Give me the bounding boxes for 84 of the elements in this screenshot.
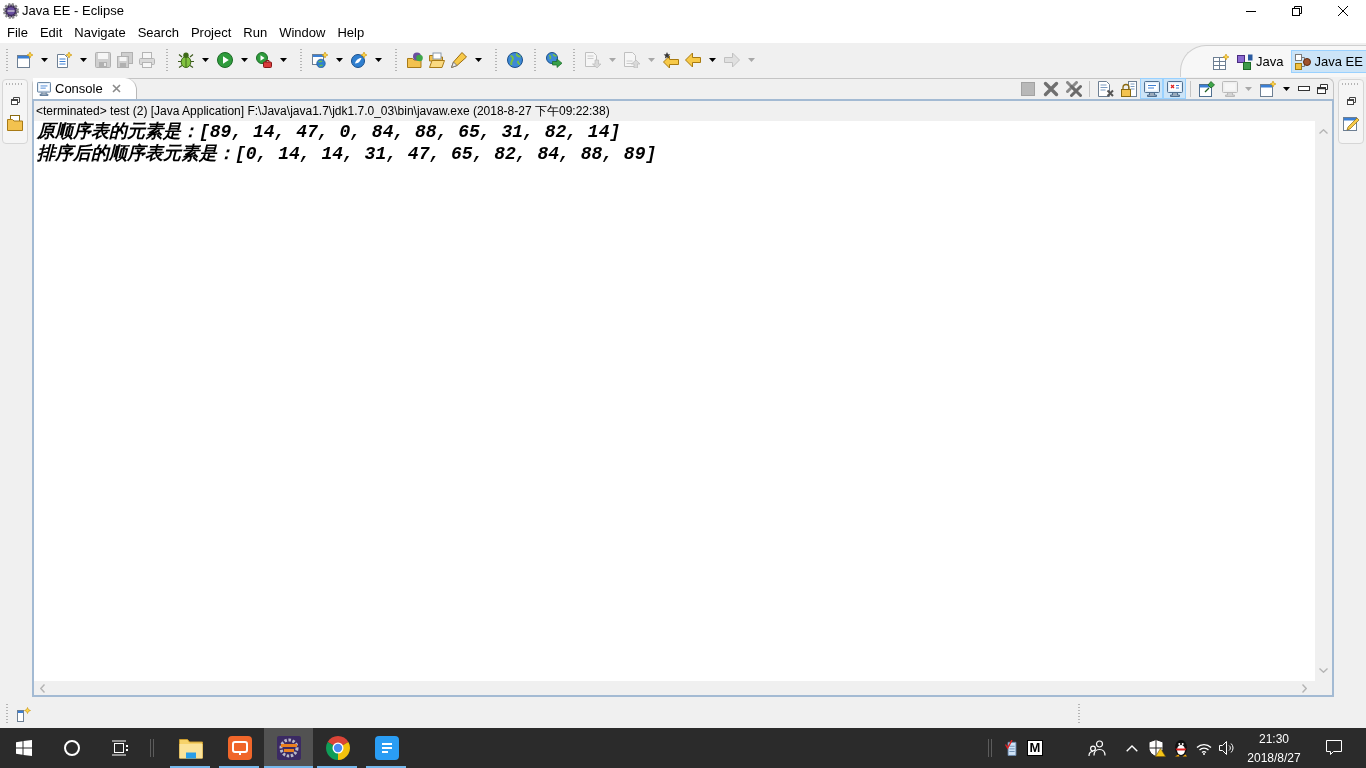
cubes-icon: [1237, 53, 1253, 70]
caret-icon[interactable]: [336, 58, 343, 62]
play-icon[interactable]: [217, 52, 233, 68]
slide-tile-icon[interactable]: [227, 736, 252, 760]
menu-item[interactable]: Edit: [33, 23, 69, 42]
clock-time[interactable]: 21:30: [1259, 729, 1289, 749]
connected-blocks-icon: [1295, 53, 1312, 70]
folder-icon[interactable]: [178, 736, 203, 760]
restore-icon[interactable]: [1346, 97, 1356, 105]
grip-icon[interactable]: [494, 49, 497, 71]
restore-icon[interactable]: [1317, 83, 1328, 94]
minimize-icon[interactable]: [1246, 10, 1256, 12]
menu-item[interactable]: Search: [131, 23, 185, 42]
play-toolbox-icon[interactable]: [256, 52, 272, 68]
grip-icon[interactable]: [394, 49, 397, 71]
window-sparkle-icon[interactable]: [1259, 80, 1276, 97]
window-pencil-icon[interactable]: [1343, 115, 1359, 131]
perspective-button[interactable]: Java: [1233, 50, 1288, 73]
cross-icon[interactable]: [1042, 80, 1059, 97]
restore-icon[interactable]: [1292, 6, 1302, 16]
folder-document-icon[interactable]: [7, 115, 23, 131]
gear-tile-icon[interactable]: [276, 736, 301, 760]
left-arrow-star-icon[interactable]: [663, 52, 679, 68]
window-sparkle-icon[interactable]: [17, 52, 33, 68]
table-sparkle-icon[interactable]: [1213, 53, 1229, 70]
window-panes-icon[interactable]: [16, 740, 32, 756]
restore-icon[interactable]: [10, 97, 20, 105]
document-padlock-icon[interactable]: [1120, 80, 1137, 97]
console-output-line: 排序后的顺序表元素是：[0, 14, 14, 31, 47, 65, 82, 84, 88, 89]: [37, 143, 657, 165]
window-title: Java EE - Eclipse: [22, 2, 124, 20]
document-sparkle-icon[interactable]: [56, 52, 72, 68]
bug-icon[interactable]: [178, 52, 194, 68]
pencil-icon[interactable]: [451, 52, 467, 68]
grip-icon[interactable]: [533, 49, 536, 71]
globe-window-icon[interactable]: [312, 52, 328, 68]
circle-sparkle-icon[interactable]: [351, 52, 367, 68]
penguin-icon[interactable]: [1172, 739, 1189, 757]
folder-badge-icon[interactable]: [407, 52, 423, 68]
double-cross-icon[interactable]: [1065, 80, 1082, 97]
caret-icon[interactable]: [709, 58, 716, 62]
perspective-button[interactable]: Java EE: [1291, 50, 1366, 73]
menu-item[interactable]: Run: [237, 23, 274, 42]
grip-icon[interactable]: [165, 49, 168, 71]
caret-icon[interactable]: [280, 58, 287, 62]
caret-icon[interactable]: [202, 58, 209, 62]
left-arrow-icon[interactable]: [685, 52, 701, 68]
globe-arrow-icon[interactable]: [546, 52, 562, 68]
close-icon[interactable]: [1338, 6, 1348, 16]
segmented-circle-icon[interactable]: [325, 736, 350, 760]
menu-item[interactable]: File: [1, 23, 34, 42]
gear-icon: [3, 3, 19, 19]
globe-icon[interactable]: [507, 52, 523, 68]
menu-item[interactable]: Help: [331, 23, 371, 42]
panel-sparkle-icon[interactable]: [17, 706, 31, 722]
minimize-icon[interactable]: [1298, 86, 1310, 91]
caret-icon[interactable]: [80, 58, 87, 62]
document-tile-icon[interactable]: [374, 736, 399, 760]
menu-item[interactable]: Navigate: [68, 23, 132, 42]
people-icon[interactable]: [1088, 740, 1106, 756]
wifi-icon[interactable]: [1196, 741, 1212, 755]
clock-date[interactable]: 2018/8/27: [1247, 748, 1301, 768]
console-output-line: 原顺序表的元素是：[89, 14, 47, 0, 84, 88, 65, 31, 82, 14]: [37, 121, 621, 143]
menu-item[interactable]: Project: [184, 23, 238, 42]
window-pin-icon[interactable]: [1198, 80, 1215, 97]
view-tab[interactable]: Console: [33, 78, 137, 99]
document-check-icon[interactable]: [1005, 740, 1019, 756]
caret-icon[interactable]: [1283, 86, 1290, 91]
speech-bubble-icon[interactable]: [1326, 740, 1342, 756]
grip-icon[interactable]: [572, 49, 575, 71]
menu-item[interactable]: Window: [273, 23, 332, 42]
caret-icon[interactable]: [475, 58, 482, 62]
ring-icon[interactable]: [64, 740, 80, 756]
grip-icon[interactable]: [299, 49, 302, 71]
document-cross-icon[interactable]: [1097, 80, 1114, 97]
stacked-windows-icon[interactable]: [112, 740, 128, 756]
open-folder-icon[interactable]: [429, 52, 445, 68]
taskbar-button[interactable]: [264, 728, 313, 768]
shield-warning-icon[interactable]: [1147, 739, 1166, 757]
app-tile[interactable]: M: [1027, 740, 1043, 756]
caret-icon[interactable]: [375, 58, 382, 62]
caret-icon[interactable]: [241, 58, 248, 62]
monitor-icon: [37, 81, 51, 96]
caret-icon[interactable]: [41, 58, 48, 62]
speaker-icon[interactable]: [1219, 741, 1235, 755]
